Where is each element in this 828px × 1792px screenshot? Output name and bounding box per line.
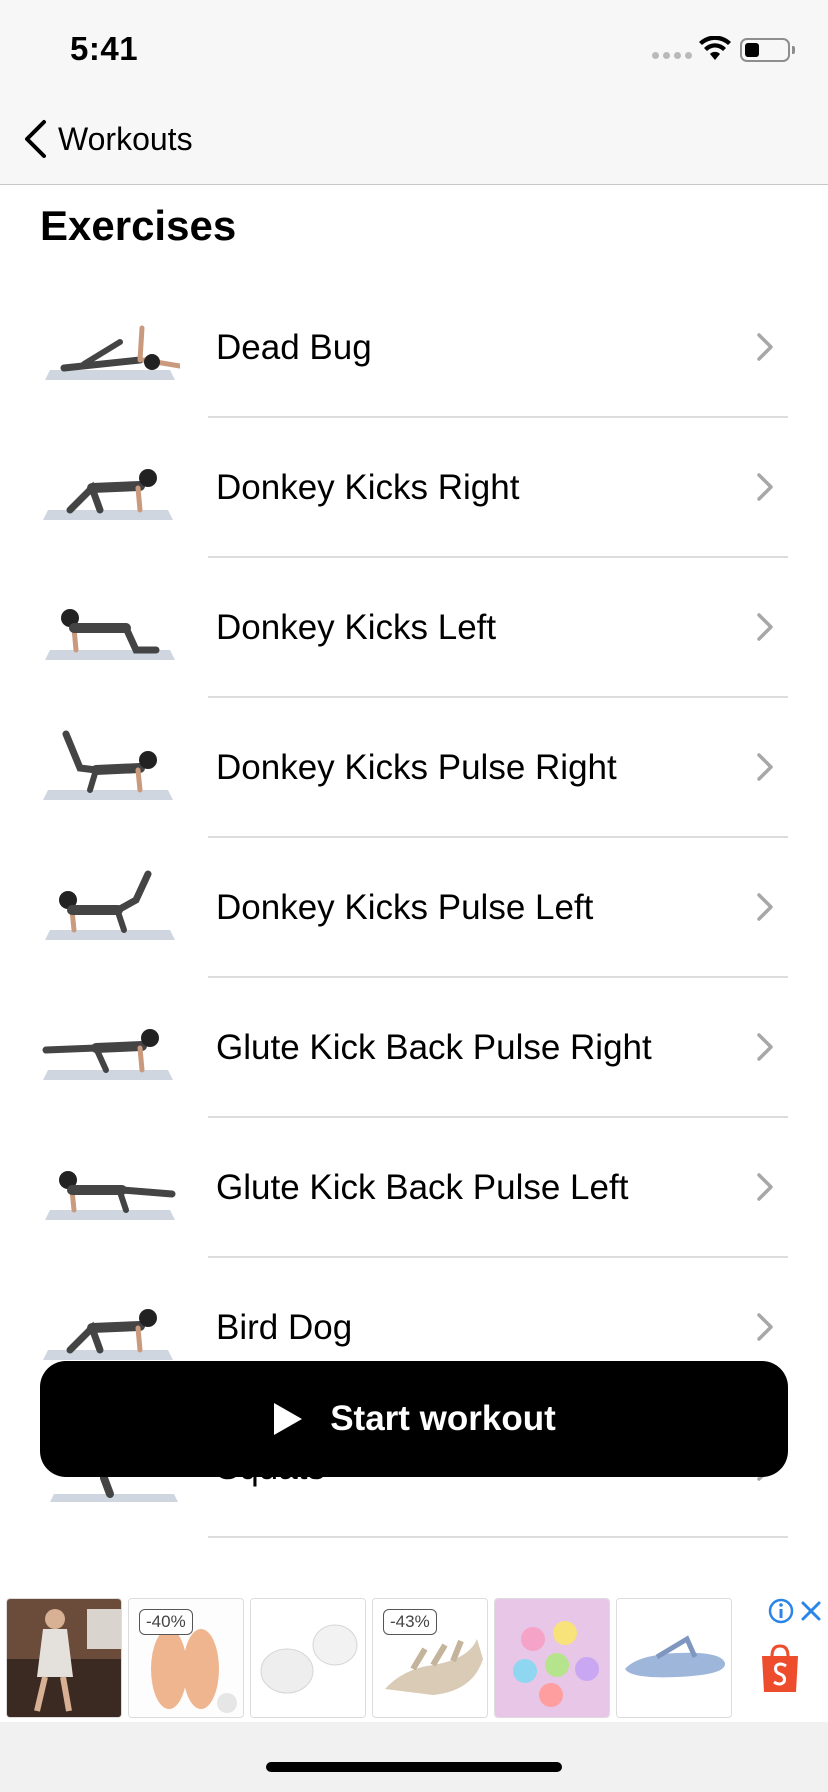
exercise-row[interactable]: Glute Kick Back Pulse Right bbox=[0, 978, 828, 1118]
chevron-right-icon bbox=[757, 893, 773, 921]
page-title: Exercises bbox=[40, 202, 237, 249]
charms-photo-icon bbox=[495, 1599, 609, 1717]
ad-product-gel-pad[interactable] bbox=[250, 1598, 366, 1718]
exercise-row[interactable]: Donkey Kicks Left bbox=[0, 558, 828, 698]
back-button[interactable]: Workouts bbox=[22, 114, 193, 164]
exercise-row[interactable]: Donkey Kicks Pulse Right bbox=[0, 698, 828, 838]
exercise-row[interactable]: Glute Kick Back Pulse Left bbox=[0, 1118, 828, 1258]
start-workout-button[interactable]: Start workout bbox=[40, 1361, 788, 1477]
flip-flop-photo-icon bbox=[617, 1599, 731, 1717]
ad-info-icon[interactable] bbox=[768, 1598, 794, 1624]
navigation-bar: Workouts bbox=[0, 96, 828, 185]
chevron-right-icon bbox=[757, 333, 773, 361]
chevron-left-icon bbox=[25, 120, 46, 158]
ad-product-sandal[interactable]: -43% bbox=[372, 1598, 488, 1718]
dress-photo-icon bbox=[7, 1599, 121, 1717]
chevron-right-icon bbox=[757, 753, 773, 781]
exercise-thumbnail bbox=[45, 325, 180, 380]
back-label: Workouts bbox=[58, 120, 193, 157]
home-indicator-area bbox=[0, 1722, 828, 1792]
exercise-name: Dead Bug bbox=[216, 328, 372, 367]
play-icon bbox=[274, 1403, 303, 1435]
exercise-name: Bird Dog bbox=[216, 1308, 353, 1347]
exercise-thumbnail bbox=[45, 870, 175, 940]
exercise-name: Donkey Kicks Pulse Right bbox=[216, 748, 617, 787]
ad-banner[interactable]: -40% -43% bbox=[0, 1594, 828, 1722]
exercise-row[interactable]: Donkey Kicks Pulse Left bbox=[0, 838, 828, 978]
exercise-name: Donkey Kicks Left bbox=[216, 608, 497, 647]
exercise-thumbnail bbox=[45, 1171, 176, 1220]
chevron-right-icon bbox=[757, 473, 773, 501]
exercise-thumbnail bbox=[43, 730, 173, 800]
ad-product-insole[interactable]: -40% bbox=[128, 1598, 244, 1718]
cellular-signal-icon bbox=[652, 52, 692, 59]
chevron-right-icon bbox=[757, 1033, 773, 1061]
discount-badge: -43% bbox=[383, 1609, 437, 1635]
exercise-name: Donkey Kicks Right bbox=[216, 468, 520, 507]
ad-close-icon[interactable] bbox=[798, 1598, 824, 1624]
exercise-thumbnail bbox=[43, 469, 173, 520]
ad-product-charms[interactable] bbox=[494, 1598, 610, 1718]
exercise-name: Glute Kick Back Pulse Right bbox=[216, 1028, 652, 1067]
exercise-thumbnail bbox=[45, 609, 175, 660]
home-indicator[interactable] bbox=[266, 1762, 562, 1772]
wifi-icon bbox=[699, 36, 731, 60]
chevron-right-icon bbox=[757, 1313, 773, 1341]
chevron-right-icon bbox=[757, 1173, 773, 1201]
discount-badge: -40% bbox=[139, 1609, 193, 1635]
battery-icon bbox=[740, 38, 795, 62]
exercise-name: Glute Kick Back Pulse Left bbox=[216, 1168, 629, 1207]
status-time: 5:41 bbox=[70, 30, 139, 67]
shopee-bag-icon[interactable] bbox=[758, 1644, 802, 1694]
exercise-name: Donkey Kicks Pulse Left bbox=[216, 888, 594, 927]
row-separator bbox=[208, 1536, 788, 1538]
ad-product-dress[interactable] bbox=[6, 1598, 122, 1718]
exercise-row[interactable]: Dead Bug bbox=[0, 278, 828, 418]
exercise-list: Dead Bug Donkey Kicks Right Donkey Kicks… bbox=[0, 278, 828, 1538]
chevron-right-icon bbox=[757, 613, 773, 641]
exercise-thumbnail bbox=[42, 1029, 173, 1080]
start-workout-label: Start workout bbox=[330, 1399, 556, 1438]
exercise-row[interactable]: Donkey Kicks Right bbox=[0, 418, 828, 558]
ad-product-flip-flop[interactable] bbox=[616, 1598, 732, 1718]
gel-pad-photo-icon bbox=[251, 1599, 365, 1717]
status-bar: 5:41 bbox=[0, 0, 828, 96]
